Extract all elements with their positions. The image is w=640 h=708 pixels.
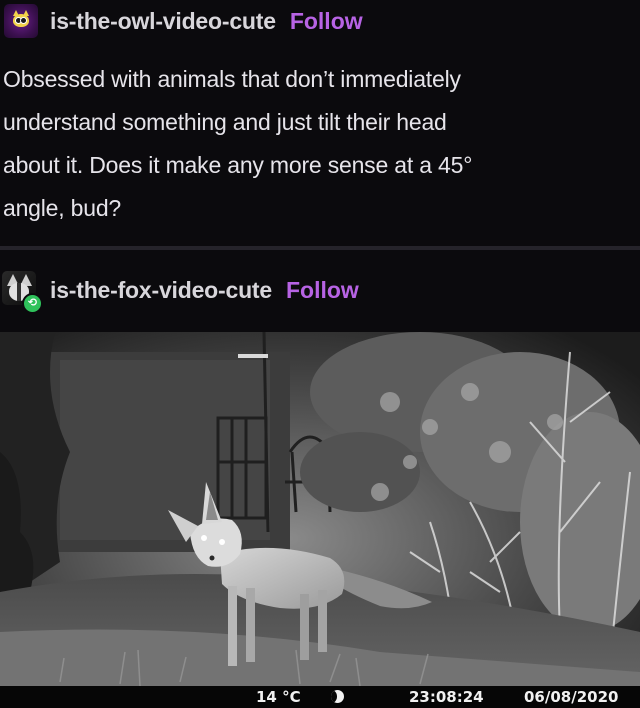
- fox-night-scene: [0, 332, 640, 708]
- post-body-line: about it. Does it make any more sense at…: [3, 152, 473, 178]
- fox-avatar-icon[interactable]: ⟲: [2, 271, 43, 314]
- follow-button[interactable]: Follow: [290, 8, 363, 35]
- post-header: ⟲ is-the-fox-video-cute Follow: [0, 270, 359, 314]
- post-owl: is-the-owl-video-cute Follow Obsessed wi…: [0, 0, 640, 246]
- post-body-text: Obsessed with animals that don’t immedia…: [3, 58, 623, 230]
- trail-camera-photo[interactable]: 14 °C 23:08:24 06/08/2020: [0, 332, 640, 708]
- time-readout: 23:08:24: [409, 688, 484, 706]
- camera-info-bar: 14 °C 23:08:24 06/08/2020: [0, 686, 640, 708]
- moon-phase-icon: [331, 690, 344, 703]
- post-body-line: understand something and just tilt their…: [3, 109, 447, 135]
- post-fox: ⟲ is-the-fox-video-cute Follow: [0, 250, 640, 332]
- blog-name-link[interactable]: is-the-owl-video-cute: [50, 8, 276, 35]
- date-readout: 06/08/2020: [524, 688, 619, 706]
- blog-name-link[interactable]: is-the-fox-video-cute: [50, 277, 272, 304]
- owl-face: [13, 14, 29, 27]
- owl-avatar-icon[interactable]: [4, 4, 38, 38]
- reblog-icon: ⟲: [22, 293, 43, 314]
- follow-button[interactable]: Follow: [286, 277, 359, 304]
- post-body-line: angle, bud?: [3, 195, 122, 221]
- fox-stripe: [17, 283, 21, 301]
- post-body-line: Obsessed with animals that don’t immedia…: [3, 66, 461, 92]
- post-header: is-the-owl-video-cute Follow: [0, 3, 363, 39]
- owl-eye-right: [20, 17, 27, 24]
- temperature-readout: 14 °C: [256, 688, 301, 706]
